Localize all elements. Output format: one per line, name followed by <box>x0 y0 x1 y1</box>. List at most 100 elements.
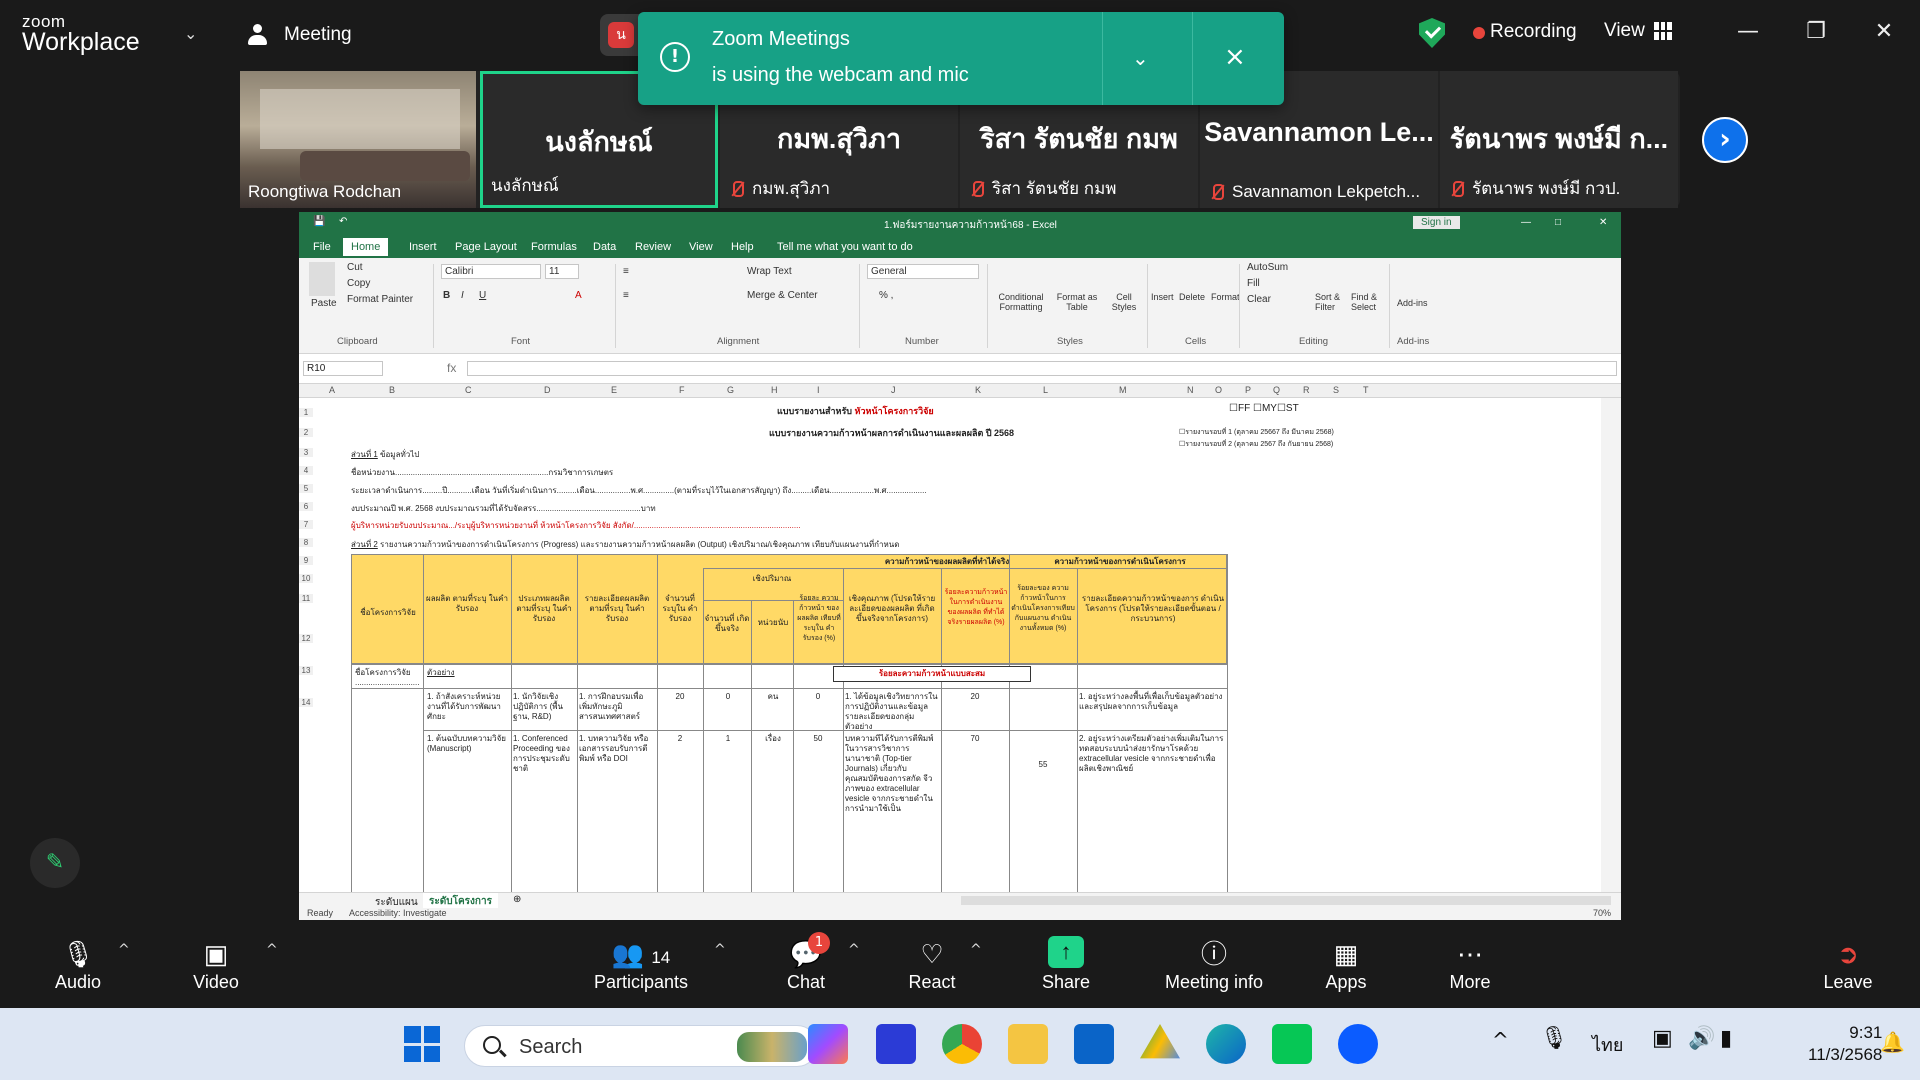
column-header[interactable]: S <box>1333 385 1339 395</box>
file-explorer-icon[interactable] <box>1008 1024 1048 1064</box>
conditional-formatting-button[interactable]: Conditional Formatting <box>993 292 1049 312</box>
row-header[interactable]: 3 <box>299 448 313 457</box>
meeting-info-button[interactable]: ⓘ Meeting info <box>1156 936 1272 993</box>
round-2-option[interactable]: ☐รายงานรอบที่ 2 (ตุลาคม 2567 ถึง กันยายน… <box>1179 440 1333 450</box>
format-painter-button[interactable]: Format Painter <box>347 294 413 305</box>
volume-icon[interactable]: 🔊 <box>1688 1026 1715 1051</box>
align-top-icon[interactable]: ≡ <box>623 266 629 277</box>
column-header[interactable]: I <box>817 385 820 395</box>
column-header[interactable]: O <box>1215 385 1222 395</box>
fill-button[interactable]: Fill <box>1247 278 1260 289</box>
undo-icon[interactable]: ↶ <box>339 216 347 227</box>
toast-expand-chevron-icon[interactable]: ⌄ <box>1132 46 1149 70</box>
participants-options-caret-icon[interactable]: ^ <box>714 942 726 958</box>
tab-view[interactable]: View <box>689 241 713 253</box>
row-header[interactable]: 14 <box>299 698 313 707</box>
tab-file[interactable]: File <box>313 241 331 253</box>
battery-icon[interactable]: ▮ <box>1720 1026 1732 1051</box>
column-header[interactable]: T <box>1363 385 1369 395</box>
view-button[interactable]: View <box>1604 20 1645 42</box>
column-header[interactable]: R <box>1303 385 1310 395</box>
spreadsheet-grid[interactable]: 1 2 3 4 5 6 7 8 9 10 11 12 13 14 แบบรายงานสำหรับ หัวห… <box>299 398 1601 892</box>
row-header[interactable]: 5 <box>299 484 313 493</box>
excel-minimize-icon[interactable]: — <box>1521 217 1531 228</box>
video-tile-roongtiwa[interactable]: Roongtiwa Rodchan <box>240 71 476 208</box>
recording-label[interactable]: Recording <box>1490 21 1577 43</box>
column-header[interactable]: P <box>1245 385 1251 395</box>
restore-button[interactable]: ❐ <box>1794 12 1838 52</box>
tab-formulas[interactable]: Formulas <box>531 241 577 253</box>
bold-icon[interactable]: B <box>443 290 450 301</box>
zoom-level[interactable]: 70% <box>1593 908 1611 918</box>
office-app-icon[interactable] <box>876 1024 916 1064</box>
meeting-tab[interactable]: Meeting <box>244 18 352 52</box>
column-header[interactable]: H <box>771 385 778 395</box>
name-box[interactable]: R10 <box>303 361 383 376</box>
close-window-button[interactable]: ✕ <box>1862 12 1906 52</box>
column-header[interactable]: B <box>389 385 395 395</box>
notification-bell-icon[interactable]: 🔔 <box>1880 1030 1905 1054</box>
tell-me-search[interactable]: Tell me what you want to do <box>777 241 913 253</box>
more-button[interactable]: ⋯ More <box>1440 936 1500 993</box>
tab-insert[interactable]: Insert <box>409 241 437 253</box>
autosum-button[interactable]: AutoSum <box>1247 262 1288 273</box>
column-header[interactable]: C <box>465 385 472 395</box>
zoom-taskbar-icon[interactable] <box>1338 1024 1378 1064</box>
audio-options-caret-icon[interactable]: ^ <box>118 942 130 958</box>
participants-button[interactable]: 👥 14 Participants <box>586 936 696 993</box>
column-header[interactable]: N <box>1187 385 1194 395</box>
paste-button[interactable]: Paste <box>311 298 337 309</box>
row-header[interactable]: 4 <box>299 466 313 475</box>
column-header[interactable]: Q <box>1273 385 1280 395</box>
row-header[interactable]: 8 <box>299 538 313 547</box>
row-header[interactable]: 1 <box>299 408 313 417</box>
security-shield-icon[interactable] <box>1419 18 1445 48</box>
minimize-button[interactable]: — <box>1726 12 1770 52</box>
find-select-button[interactable]: Find & Select <box>1351 292 1381 312</box>
tab-home[interactable]: Home <box>343 238 389 256</box>
sort-filter-button[interactable]: Sort & Filter <box>1315 292 1345 312</box>
network-icon[interactable]: ▣ <box>1652 1026 1673 1051</box>
wrap-text-button[interactable]: Wrap Text <box>747 266 792 277</box>
line-icon[interactable] <box>1272 1024 1312 1064</box>
row-header[interactable]: 13 <box>299 666 313 675</box>
insert-cells-button[interactable]: Insert <box>1151 292 1174 302</box>
horizontal-scrollbar[interactable] <box>961 896 1611 905</box>
chat-options-caret-icon[interactable]: ^ <box>848 942 860 958</box>
edge-icon[interactable] <box>1206 1024 1246 1064</box>
column-header[interactable]: D <box>544 385 551 395</box>
paste-icon[interactable] <box>309 262 335 296</box>
formula-input[interactable] <box>467 361 1617 376</box>
windows-start-icon[interactable] <box>404 1026 440 1062</box>
row-header[interactable]: 11 <box>299 594 313 603</box>
accessibility-status[interactable]: Accessibility: Investigate <box>349 908 447 918</box>
column-header[interactable]: M <box>1119 385 1127 395</box>
column-header[interactable]: J <box>891 385 896 395</box>
chevron-down-icon[interactable]: ⌄ <box>184 24 197 43</box>
excel-close-icon[interactable]: ✕ <box>1599 217 1607 228</box>
column-header[interactable]: L <box>1043 385 1048 395</box>
row-header[interactable]: 9 <box>299 556 313 565</box>
tab-page-layout[interactable]: Page Layout <box>455 241 517 253</box>
gallery-grid-icon[interactable] <box>1654 22 1672 40</box>
vertical-scrollbar[interactable] <box>1601 398 1621 892</box>
add-ins-button[interactable]: Add-ins <box>1397 298 1428 308</box>
input-language[interactable]: ไทย <box>1592 1030 1623 1059</box>
add-sheet-icon[interactable]: ⊕ <box>513 894 521 905</box>
microphone-tray-icon[interactable]: 🎙 <box>1540 1026 1568 1051</box>
tab-data[interactable]: Data <box>593 241 616 253</box>
column-header[interactable]: A <box>329 385 335 395</box>
tab-help[interactable]: Help <box>731 241 754 253</box>
delete-cells-button[interactable]: Delete <box>1179 292 1205 302</box>
font-color-icon[interactable]: A <box>575 290 582 301</box>
italic-icon[interactable]: I <box>461 290 464 301</box>
format-as-table-button[interactable]: Format as Table <box>1053 292 1101 312</box>
gallery-next-arrow-icon[interactable]: › <box>1702 117 1748 163</box>
sign-in-button[interactable]: Sign in <box>1413 216 1460 229</box>
underline-icon[interactable]: U <box>479 290 486 301</box>
number-format-select[interactable]: General <box>867 264 979 279</box>
show-hidden-icons-chevron[interactable]: ^ <box>1492 1028 1509 1052</box>
excel-restore-icon[interactable]: □ <box>1555 217 1561 228</box>
font-name-select[interactable]: Calibri <box>441 264 541 279</box>
clear-button[interactable]: Clear <box>1247 294 1271 305</box>
